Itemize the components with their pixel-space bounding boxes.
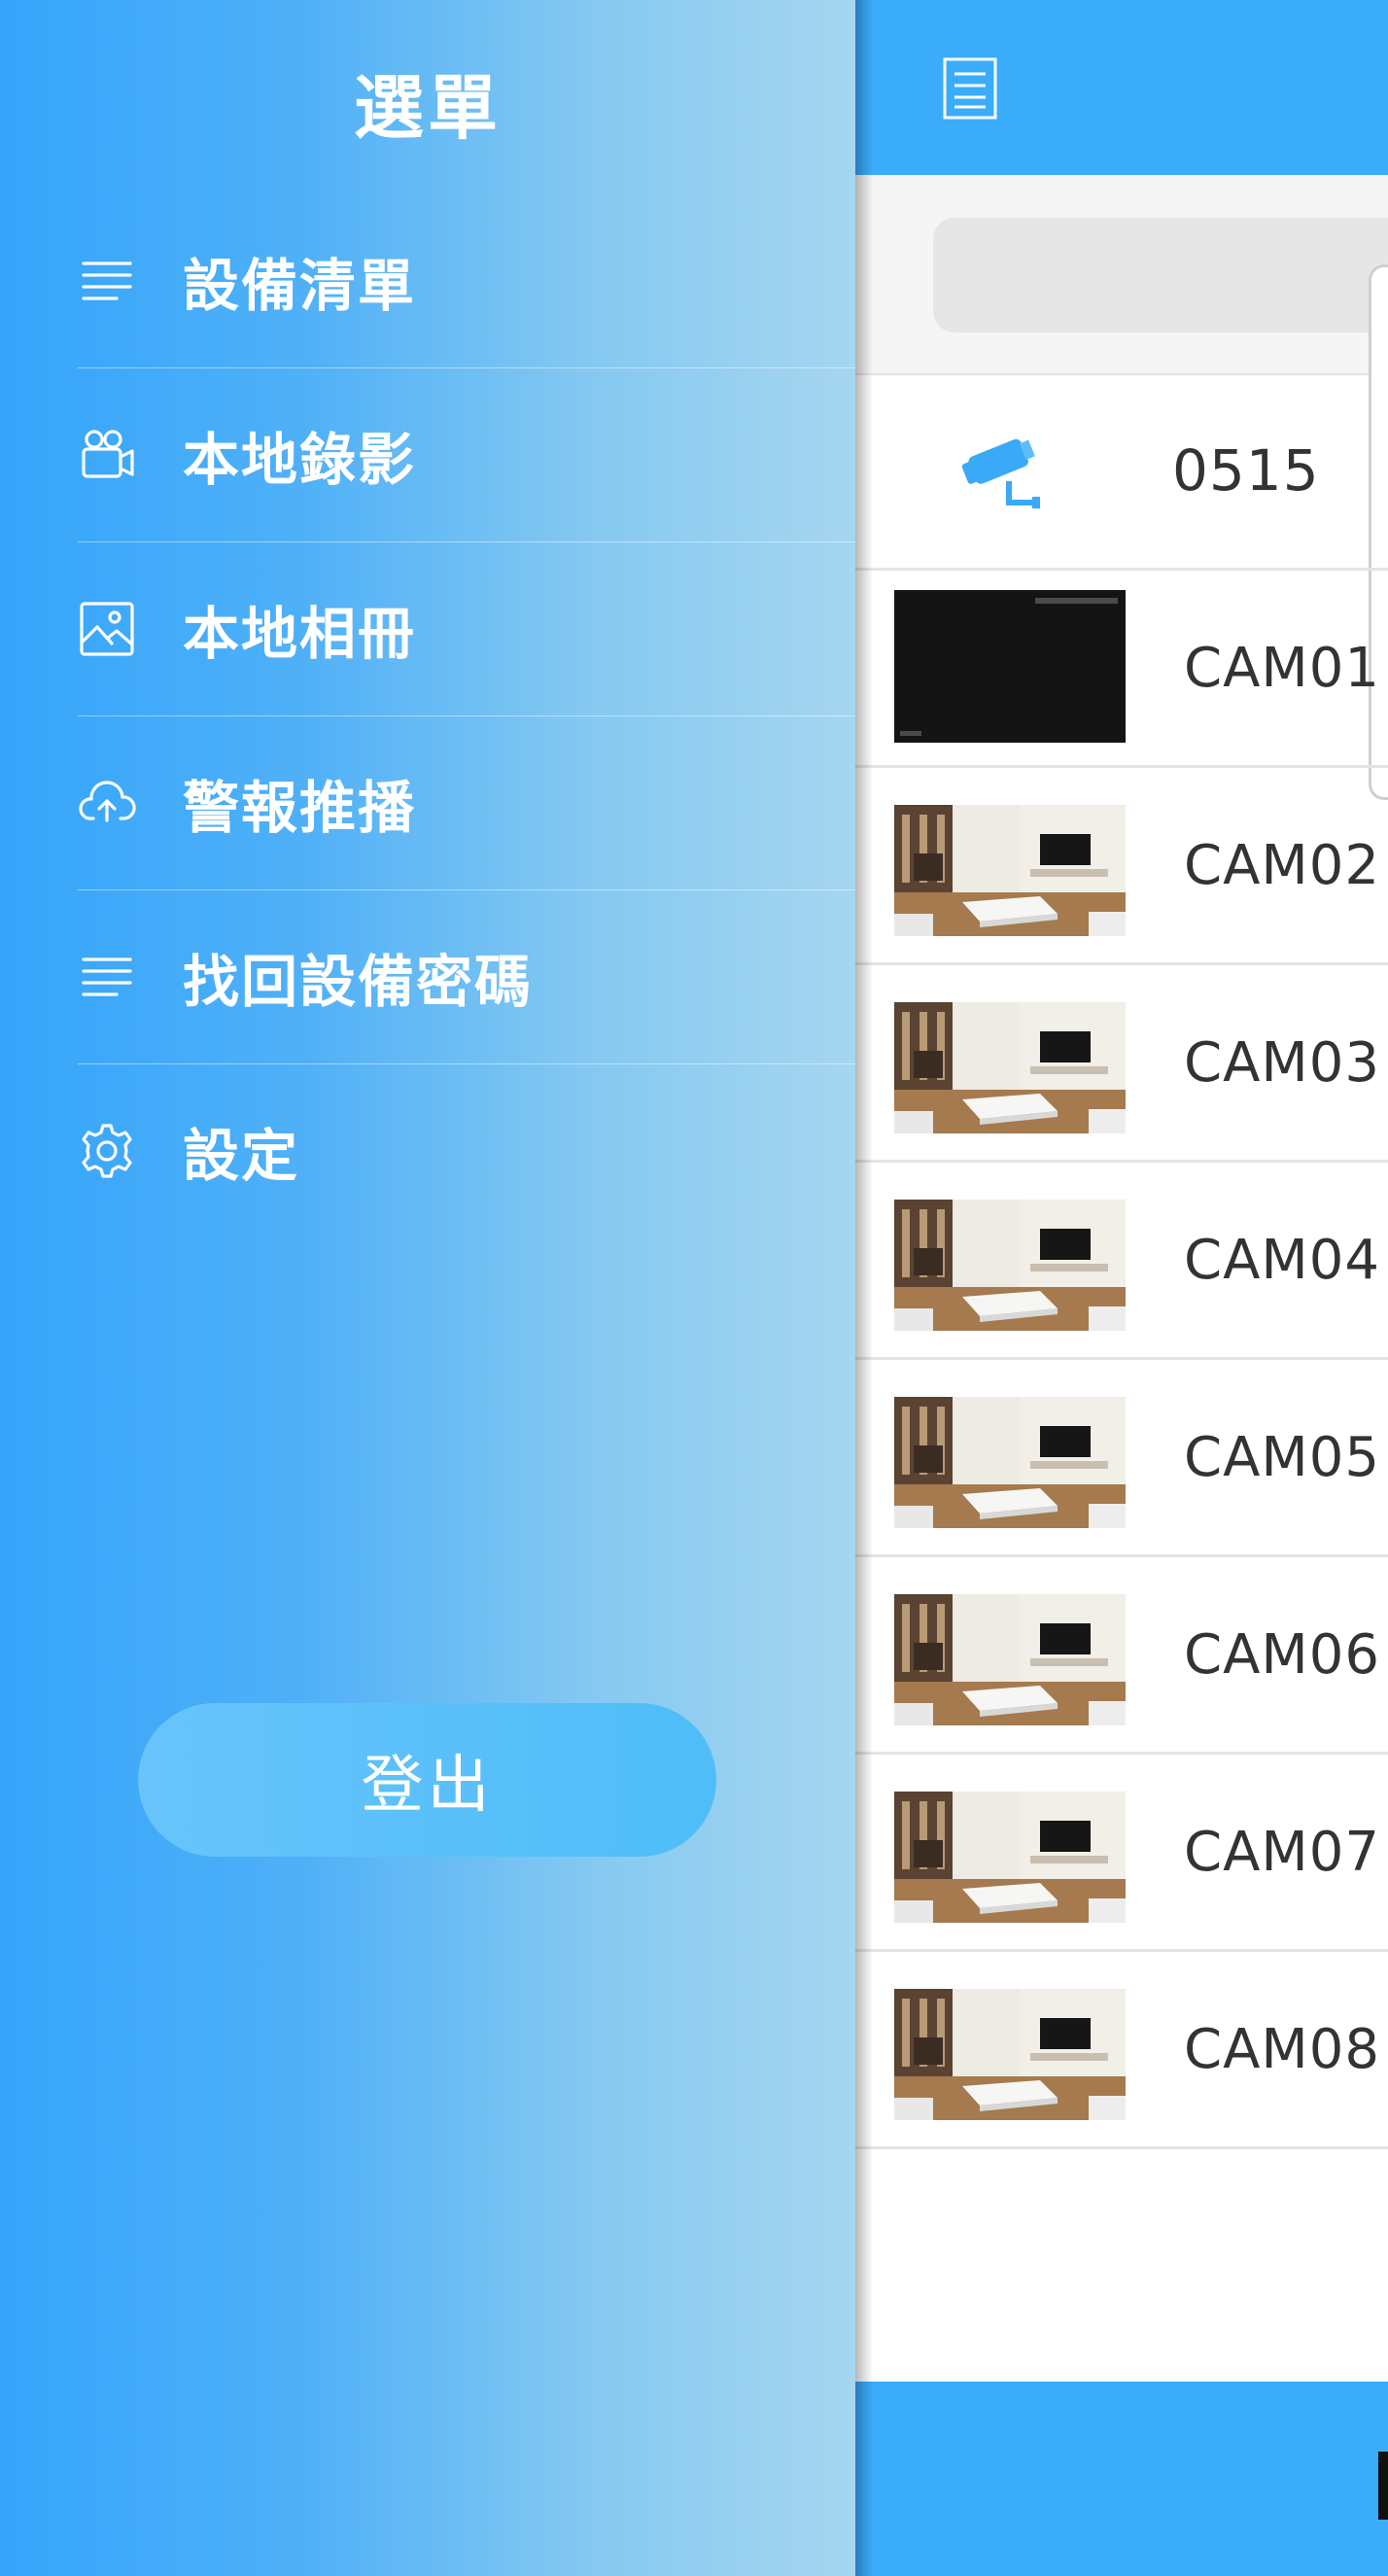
camera-label: CAM06 [1184,1622,1380,1687]
menu-item-local-recording[interactable]: 本地錄影 [78,368,855,542]
camera-row[interactable]: CAM06 [855,1557,1388,1755]
drawer-title: 選單 [353,67,502,149]
video-camera-icon [78,418,152,492]
menu-item-label: 設備清單 [183,253,417,319]
menu-item-label: 警報推播 [183,775,417,841]
bottom-bar [855,2382,1388,2576]
menu-item-label: 找回設備密碼 [183,949,534,1015]
logout-button[interactable]: 登出 [138,1703,716,1857]
camera-label: CAM05 [1184,1425,1380,1489]
camera-label: CAM02 [1184,833,1380,897]
camera-thumbnail [894,1397,1126,1528]
menu-item-label: 設定 [183,1123,300,1189]
menu-item-alarm-push[interactable]: 警報推播 [78,716,855,890]
drawer-shadow [855,0,873,2576]
drawer-menu: 設備清單 本地錄影 本地相冊 警報推播 找回設備密碼 設定 [78,194,855,1237]
camera-label: CAM03 [1184,1030,1380,1095]
menu-item-recover-password[interactable]: 找回設備密碼 [78,890,855,1064]
camera-row[interactable]: CAM05 [855,1360,1388,1557]
cloud-upload-icon [78,766,152,840]
top-bar [855,0,1388,175]
camera-thumbnail [894,1594,1126,1725]
camera-thumbnail [894,590,1126,743]
camera-label: CAM08 [1184,2017,1380,2081]
menu-item-label: 本地相冊 [183,601,417,667]
gear-icon [78,1114,152,1188]
camera-row[interactable]: CAM02 [855,768,1388,965]
search-input[interactable] [933,218,1388,332]
image-icon [78,592,152,666]
camera-label: CAM04 [1184,1228,1380,1292]
camera-label: CAM01 [1184,636,1380,700]
device-list-screen: 0515 CAM01 CAM02 CAM03 CAM04 CAM05 CAM06… [855,0,1388,2576]
camera-row[interactable]: CAM08 [855,1952,1388,2149]
device-group-label: 0515 [1172,437,1320,504]
camera-row[interactable]: CAM07 [855,1755,1388,1952]
camera-thumbnail [894,1989,1126,2120]
camera-thumbnail [894,1792,1126,1923]
navigation-drawer: 選單 設備清單 本地錄影 本地相冊 警報推播 找回設備密碼 設定 登出 [0,0,855,2576]
document-icon[interactable] [941,56,999,121]
list-icon [78,940,152,1014]
camera-thumbnail [894,805,1126,936]
bottom-bar-item[interactable] [1378,2452,1388,2520]
list-icon [78,244,152,318]
menu-item-settings[interactable]: 設定 [78,1064,855,1237]
camera-thumbnail [894,1200,1126,1331]
camera-row[interactable]: CAM01 [855,571,1388,768]
menu-item-label: 本地錄影 [183,427,417,493]
device-group-row[interactable]: 0515 [855,373,1388,571]
menu-item-local-album[interactable]: 本地相冊 [78,542,855,716]
device-list: 0515 CAM01 CAM02 CAM03 CAM04 CAM05 CAM06… [855,373,1388,2149]
camera-row[interactable]: CAM03 [855,965,1388,1163]
menu-item-device-list[interactable]: 設備清單 [78,194,855,368]
search-area [855,175,1388,375]
camera-label: CAM07 [1184,1820,1380,1884]
cctv-camera-icon [953,427,1050,514]
camera-thumbnail [894,1002,1126,1133]
camera-row[interactable]: CAM04 [855,1163,1388,1360]
